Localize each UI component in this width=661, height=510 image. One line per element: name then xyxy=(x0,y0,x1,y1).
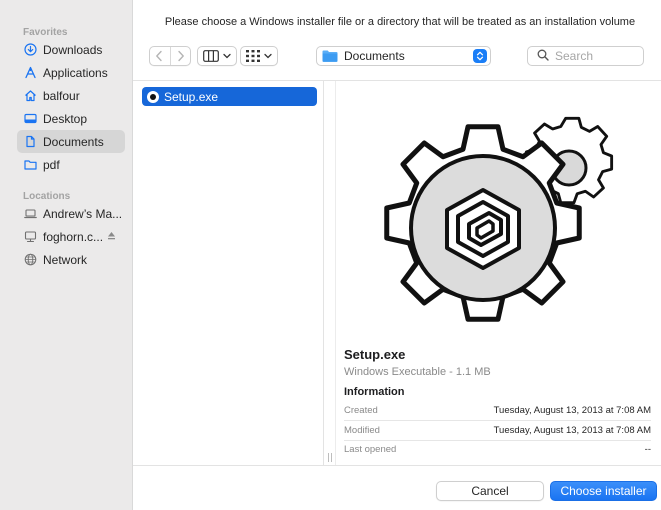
preview-file-name: Setup.exe xyxy=(344,347,406,362)
chevron-down-icon xyxy=(264,53,272,59)
globe-icon xyxy=(24,253,37,266)
laptop-icon xyxy=(24,207,37,220)
sidebar-header-favorites: Favorites xyxy=(23,27,68,38)
cancel-button[interactable]: Cancel xyxy=(436,481,544,501)
dialog-prompt: Please choose a Windows installer file o… xyxy=(164,16,636,28)
info-row-created: Created Tuesday, August 13, 2013 at 7:08… xyxy=(344,401,651,419)
applications-icon xyxy=(24,66,37,79)
sidebar-item-label: Applications xyxy=(43,65,108,80)
info-row-last-opened: Last opened -- xyxy=(344,440,651,458)
chevron-down-icon xyxy=(223,53,231,59)
file-row-setup[interactable]: Setup.exe xyxy=(142,87,317,106)
location-popup[interactable]: Documents xyxy=(316,46,491,66)
search-input[interactable] xyxy=(555,49,635,63)
sidebar-item-network-volume[interactable]: foghorn.c... xyxy=(17,225,125,248)
columns-view-icon xyxy=(203,50,219,62)
sidebar-item-computer[interactable]: Andrew’s Ma... xyxy=(17,202,125,225)
executable-icon xyxy=(147,90,159,103)
back-forward-control xyxy=(149,46,191,66)
sidebar-item-label: Desktop xyxy=(43,111,88,126)
segment-divider xyxy=(169,47,171,65)
info-row-modified: Modified Tuesday, August 13, 2013 at 7:0… xyxy=(344,421,651,439)
info-value: Tuesday, August 13, 2013 at 7:08 AM xyxy=(493,404,651,416)
info-value: Tuesday, August 13, 2013 at 7:08 AM xyxy=(493,424,651,436)
preview-file-kind: Windows Executable - 1.1 MB xyxy=(344,366,491,378)
forward-icon[interactable] xyxy=(177,50,185,62)
footer-divider xyxy=(133,465,661,466)
back-icon[interactable] xyxy=(155,50,163,62)
sidebar-item-documents[interactable]: Documents xyxy=(17,130,125,153)
file-chooser-dialog: Favorites Downloads Applications balfour… xyxy=(0,0,661,510)
sidebar-item-label: Andrew’s Ma... xyxy=(43,206,123,221)
sidebar-item-desktop[interactable]: Desktop xyxy=(17,107,125,130)
column-resize-handle[interactable] xyxy=(328,453,332,463)
location-label: Documents xyxy=(344,49,405,63)
sidebar-item-label: pdf xyxy=(43,157,60,172)
file-column: Setup.exe xyxy=(133,81,324,465)
folder-icon xyxy=(24,158,37,171)
sidebar-item-label: balfour xyxy=(43,88,80,103)
network-drive-icon xyxy=(24,230,37,243)
info-key: Created xyxy=(344,404,378,416)
sidebar-item-balfour[interactable]: balfour xyxy=(17,84,125,107)
sidebar-item-label: Network xyxy=(43,252,88,267)
choose-installer-button[interactable]: Choose installer xyxy=(550,481,657,501)
folder-icon xyxy=(322,50,338,62)
sidebar: Favorites Downloads Applications balfour… xyxy=(0,0,133,510)
downloads-icon xyxy=(24,43,37,56)
up-down-chevron-icon xyxy=(473,49,487,63)
sidebar-header-locations: Locations xyxy=(23,191,71,202)
view-mode-button[interactable] xyxy=(197,46,237,66)
sidebar-item-label: Documents xyxy=(43,134,104,149)
sidebar-item-pdf[interactable]: pdf xyxy=(17,153,125,176)
info-key: Modified xyxy=(344,424,380,436)
search-field[interactable] xyxy=(527,46,644,66)
desktop-icon xyxy=(24,112,37,125)
sidebar-item-downloads[interactable]: Downloads xyxy=(17,38,125,61)
sidebar-item-label: foghorn.c... xyxy=(43,229,104,244)
info-value: -- xyxy=(644,443,651,455)
preview-info-header: Information xyxy=(344,386,405,398)
sidebar-item-label: Downloads xyxy=(43,42,103,57)
document-icon xyxy=(24,135,37,148)
search-icon xyxy=(537,49,549,64)
installer-gears-icon xyxy=(383,110,649,330)
info-key: Last opened xyxy=(344,443,397,455)
group-by-button[interactable] xyxy=(240,46,278,66)
eject-icon[interactable] xyxy=(106,230,117,241)
grid-icon xyxy=(246,50,260,62)
home-icon xyxy=(24,89,37,102)
sidebar-item-network[interactable]: Network xyxy=(17,248,125,271)
file-name: Setup.exe xyxy=(164,89,219,104)
sidebar-item-applications[interactable]: Applications xyxy=(17,61,125,84)
